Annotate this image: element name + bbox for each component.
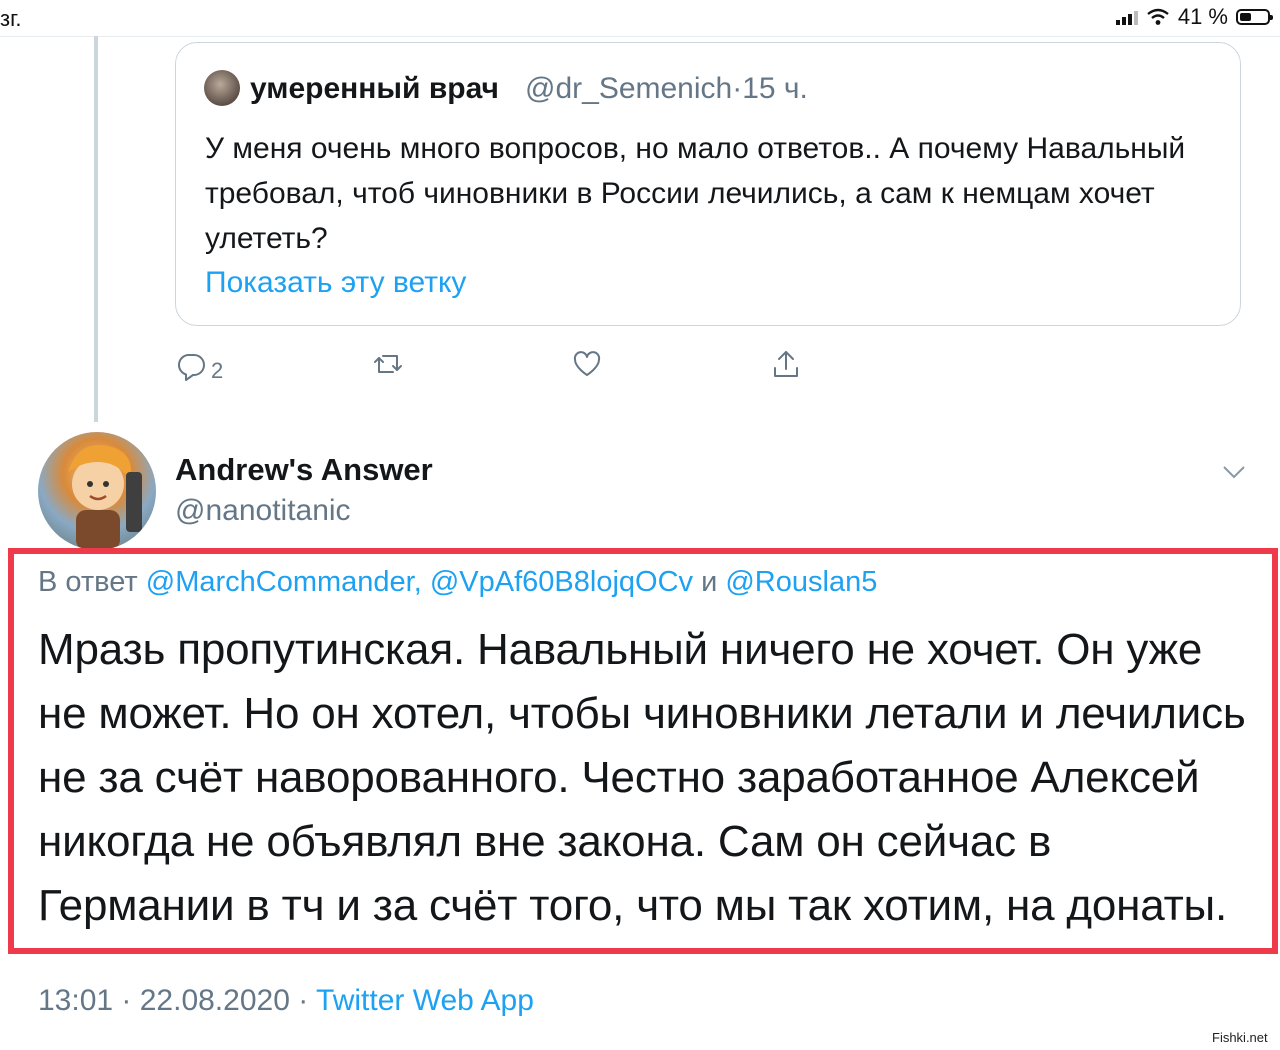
reply-to-line: В ответ @MarchCommander, @VpAf60B8lojqOC…: [38, 566, 877, 599]
quoted-author-handle[interactable]: @dr_Semenich: [525, 72, 732, 105]
mention-links[interactable]: @MarchCommander, @VpAf60B8lojqOCv: [146, 566, 693, 598]
tweet-date[interactable]: 13:01 · 22.08.2020: [38, 984, 290, 1017]
reply-prefix: В ответ: [38, 566, 138, 598]
battery-percent: 41 %: [1177, 4, 1228, 29]
retweet-button[interactable]: [372, 348, 404, 380]
more-options-button[interactable]: [1220, 458, 1248, 486]
quoted-tweet-text: У меня очень много вопросов, но мало отв…: [205, 132, 1186, 255]
reply-and: и: [701, 566, 718, 598]
reply-count: 2: [211, 358, 224, 383]
reply-button[interactable]: 2: [175, 348, 223, 384]
reply-icon: [177, 354, 205, 381]
like-icon: [573, 351, 601, 376]
main-author-avatar[interactable]: [38, 432, 156, 550]
quoted-author-name[interactable]: умеренный врач: [250, 72, 499, 106]
avatar-illustration: [68, 445, 142, 550]
chevron-down-icon: [1223, 466, 1245, 479]
quoted-author-meta: @dr_Semenich·15 ч.: [525, 72, 808, 106]
retweet-icon: [374, 355, 402, 373]
wifi-icon: [1147, 8, 1169, 25]
like-button[interactable]: [571, 348, 603, 380]
status-divider: [0, 36, 1280, 37]
battery-fill: [1240, 13, 1251, 21]
battery-icon: [1236, 9, 1273, 25]
source-app-link[interactable]: Twitter Web App: [316, 984, 534, 1017]
share-button[interactable]: [770, 348, 802, 380]
cellular-signal-icon: [1115, 9, 1138, 25]
show-thread-link[interactable]: Показать эту ветку: [205, 266, 466, 300]
tweet-timestamp: 13:01 · 22.08.2020 · Twitter Web App: [38, 984, 534, 1018]
main-author-name[interactable]: Andrew's Answer: [175, 452, 433, 488]
footer-separator: ·: [298, 984, 309, 1017]
quoted-time[interactable]: 15 ч.: [742, 72, 808, 105]
watermark-text: Fishki.net: [1212, 1030, 1268, 1045]
quoted-author-avatar[interactable]: [204, 70, 240, 106]
main-tweet-text: Мразь пропутинская. Навальный ничего не …: [38, 625, 1246, 930]
thread-connector-line: [94, 36, 98, 422]
mention-link-last[interactable]: @Rouslan5: [725, 566, 877, 598]
status-bar-left-text: зг.: [0, 6, 22, 31]
status-bar-right: 41 %: [1115, 4, 1273, 30]
share-icon: [774, 351, 798, 377]
meta-separator: ·: [732, 72, 743, 105]
main-author-handle[interactable]: @nanotitanic: [175, 494, 351, 528]
